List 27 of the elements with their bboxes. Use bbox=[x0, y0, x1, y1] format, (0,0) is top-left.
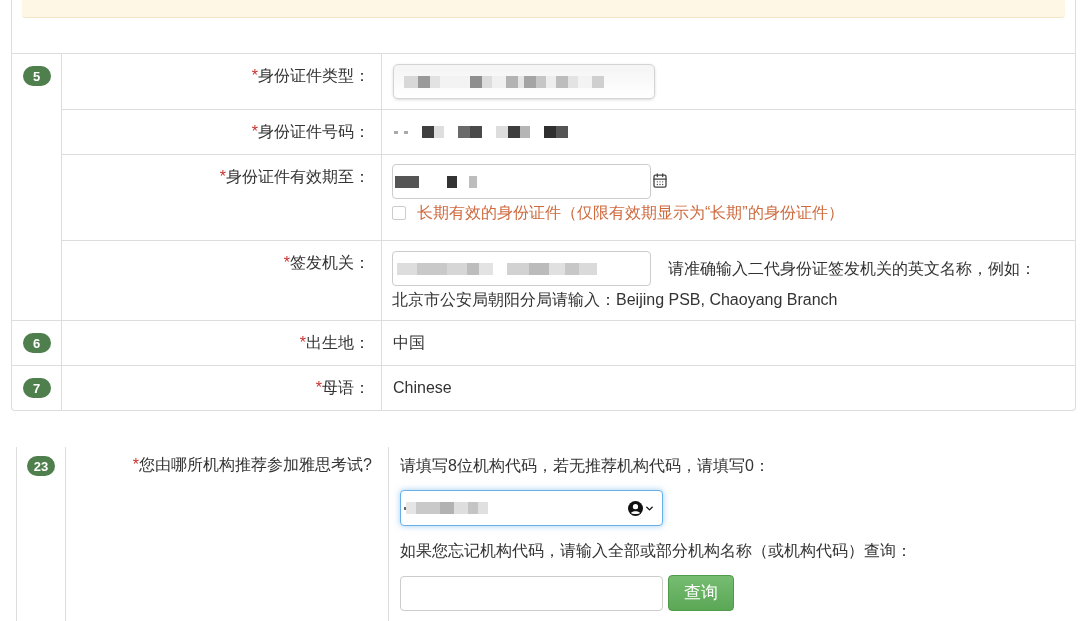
hint-text: 请准确输入二代身份证签发机关的英文名称，例如： bbox=[668, 258, 1036, 279]
issuing-authority-input[interactable] bbox=[392, 251, 651, 286]
example-text: 北京市公安局朝阳分局请输入：Beijing PSB, Chaoyang Branch bbox=[392, 291, 838, 308]
field-label: *身份证件类型： bbox=[251, 67, 370, 84]
field-value: 中国 bbox=[393, 334, 425, 351]
field-label: *出生地： bbox=[299, 334, 370, 351]
id-type-select[interactable] bbox=[393, 64, 655, 99]
person-circle-icon[interactable] bbox=[628, 500, 643, 516]
search-input[interactable] bbox=[400, 575, 663, 611]
field-value: Chinese bbox=[393, 379, 452, 396]
hint-text: 如果您忘记机构代码，请输入全部或部分机构名称（或机构代码）查询： bbox=[400, 542, 912, 559]
search-button[interactable]: 查询 bbox=[668, 575, 734, 611]
checkbox-label: 长期有效的身份证件（仅限有效期显示为“长期”的身份证件） bbox=[417, 203, 844, 223]
calendar-icon[interactable] bbox=[652, 172, 668, 189]
field-label: *母语： bbox=[315, 379, 370, 396]
checkbox[interactable] bbox=[392, 206, 406, 220]
field-label: *签发机关： bbox=[283, 254, 370, 271]
question-number-badge: 7 bbox=[22, 378, 51, 398]
question-number-badge: 5 bbox=[22, 66, 51, 86]
question-number-badge: 6 bbox=[22, 333, 51, 353]
question-number-badge: 23 bbox=[26, 456, 56, 476]
field-label: *您由哪所机构推荐参加雅思考试? bbox=[132, 456, 372, 473]
field-label: *身份证件有效期至： bbox=[219, 168, 370, 185]
field-label: *身份证件号码： bbox=[251, 123, 370, 140]
date-input[interactable] bbox=[392, 164, 651, 199]
hint-text: 请填写8位机构代码，若无推荐机构代码，请填写0： bbox=[400, 457, 770, 474]
institution-code-input[interactable] bbox=[400, 490, 663, 526]
